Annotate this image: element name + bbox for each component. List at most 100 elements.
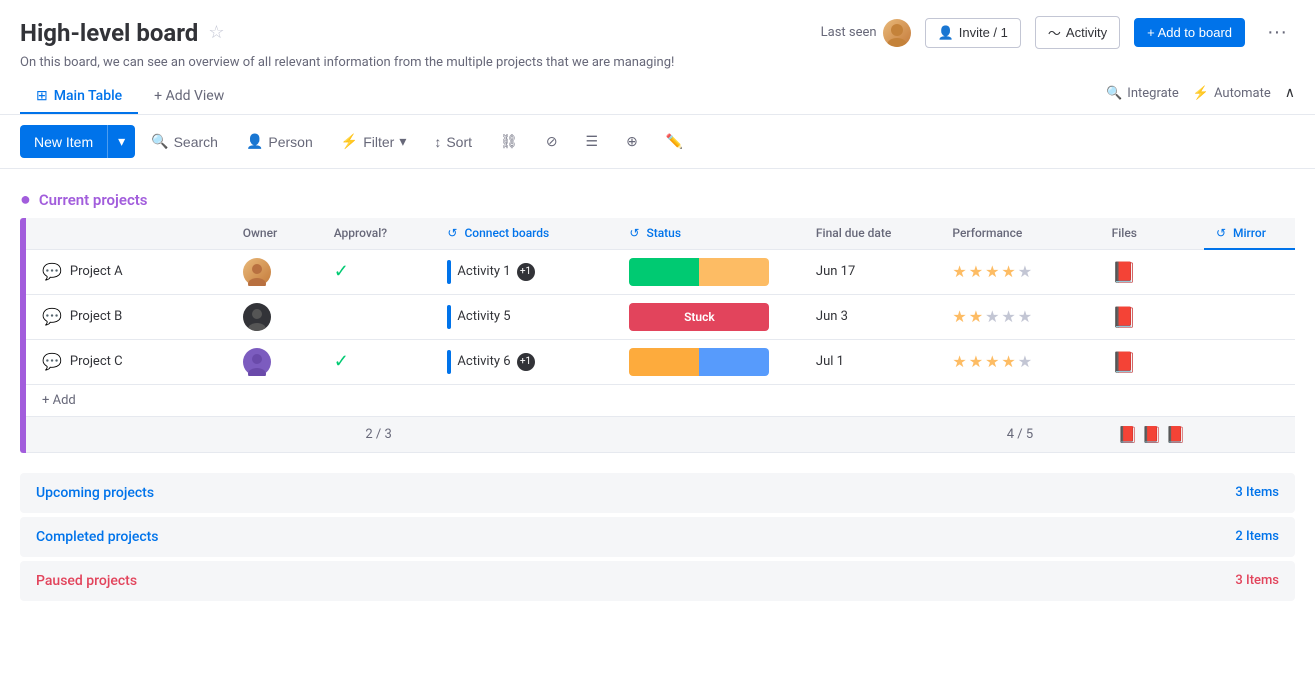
expand-icon: ⊕ <box>626 133 638 150</box>
due-date: Jul 1 <box>816 354 844 369</box>
activity-badge: +1 <box>517 353 535 371</box>
tab-main-table[interactable]: ⊞ Main Table <box>20 80 138 114</box>
activity-cell: Activity 6 +1 <box>447 350 605 374</box>
activity-label: Activity 1 <box>457 264 510 279</box>
comment-icon[interactable]: 💬 <box>42 307 62 326</box>
filter-icon: ⚡ <box>341 133 358 150</box>
col-connect-boards: ↺ Connect boards <box>435 218 617 249</box>
completed-count: 2 Items <box>1235 529 1279 544</box>
connect-sync-icon: ↺ <box>447 226 457 240</box>
filter-button[interactable]: ⚡ Filter ▾ <box>329 127 419 156</box>
star-3: ★ <box>985 307 999 326</box>
status-stuck: Stuck <box>629 303 769 331</box>
new-item-button[interactable]: New Item ▾ <box>20 125 135 158</box>
last-seen: Last seen <box>821 19 911 47</box>
link-icon-button[interactable]: ⛓ <box>488 127 530 156</box>
integrate-icon: 🔍 <box>1106 86 1122 101</box>
owner-avatar <box>243 258 271 286</box>
completed-title: Completed projects <box>36 529 159 545</box>
section-toggle[interactable]: ● <box>20 189 31 210</box>
sort-icon: ↕ <box>434 134 441 150</box>
paused-projects-section[interactable]: Paused projects 3 Items <box>20 561 1295 601</box>
activity-bar <box>447 350 451 374</box>
add-to-board-button[interactable]: + Add to board <box>1134 18 1245 47</box>
table-row: 💬 Project B <box>26 294 1295 339</box>
board-subtitle: On this board, we can see an overview of… <box>20 55 1295 70</box>
star-3: ★ <box>985 262 999 281</box>
star-1: ★ <box>952 307 966 326</box>
edit-icon-button[interactable]: ✏️ <box>654 127 695 156</box>
activity-label: Activity 6 <box>457 354 510 369</box>
invite-button[interactable]: 👤 Invite / 1 <box>925 18 1021 48</box>
collapse-icon[interactable]: ∧ <box>1285 85 1295 101</box>
completed-projects-section[interactable]: Completed projects 2 Items <box>20 517 1295 557</box>
view-tabs: ⊞ Main Table + Add View <box>20 80 240 114</box>
performance-stars: ★ ★ ★ ★ ★ <box>952 307 1087 326</box>
automate-icon: ⚡ <box>1193 86 1209 101</box>
projects-table: Owner Approval? ↺ Connect boards ↺ <box>26 218 1295 453</box>
status-yellow <box>699 258 769 286</box>
upcoming-projects-section[interactable]: Upcoming projects 3 Items <box>20 473 1295 513</box>
star-3: ★ <box>985 352 999 371</box>
add-row[interactable]: + Add <box>26 384 1295 416</box>
search-button[interactable]: 🔍 Search <box>139 127 230 156</box>
star-4: ★ <box>1001 352 1015 371</box>
header-actions: Last seen 👤 Invite / 1 〜 Activity + Add … <box>821 16 1295 49</box>
activity-button[interactable]: 〜 Activity <box>1035 16 1120 49</box>
owner-avatar <box>243 303 271 331</box>
main-content: ● Current projects Owner Approval? <box>0 169 1315 625</box>
star-1: ★ <box>952 352 966 371</box>
table-icon: ⊞ <box>36 88 48 104</box>
col-approval: Approval? <box>322 218 436 249</box>
favorite-icon[interactable]: ☆ <box>208 22 224 43</box>
activity-badge: +1 <box>517 263 535 281</box>
paused-title: Paused projects <box>36 573 137 589</box>
comment-icon[interactable]: 💬 <box>42 352 62 371</box>
due-date: Jun 17 <box>816 264 855 279</box>
row-height-button[interactable]: ☰ <box>574 127 611 156</box>
row-height-icon: ☰ <box>586 133 599 150</box>
header-tab-right: 🔍 Integrate ⚡ Automate ∧ <box>1106 85 1295 109</box>
col-status: ↺ Status <box>617 218 804 249</box>
person-icon: 👤 <box>938 25 954 41</box>
integrate-button[interactable]: 🔍 Integrate <box>1106 86 1179 101</box>
toolbar: New Item ▾ 🔍 Search 👤 Person ⚡ Filter ▾ … <box>0 115 1315 169</box>
file-pdf[interactable]: 📕 <box>1112 305 1137 329</box>
collapsed-sections: Upcoming projects 3 Items Completed proj… <box>20 473 1295 601</box>
hide-icon-button[interactable]: ⊘ <box>534 127 570 156</box>
activity-bar <box>447 305 451 329</box>
summary-pdf-1[interactable]: 📕 <box>1118 425 1138 444</box>
comment-icon[interactable]: 💬 <box>42 262 62 281</box>
activity-bar <box>447 260 451 284</box>
project-name: Project A <box>70 264 123 279</box>
sort-button[interactable]: ↕ Sort <box>422 128 484 156</box>
status-bar <box>629 348 769 376</box>
col-name <box>26 218 231 249</box>
search-icon: 🔍 <box>151 133 168 150</box>
upcoming-title: Upcoming projects <box>36 485 154 501</box>
approval-check: ✓ <box>334 351 349 372</box>
star-4: ★ <box>1001 262 1015 281</box>
status-blue <box>699 348 769 376</box>
summary-pdf-3[interactable]: 📕 <box>1166 425 1186 444</box>
file-pdf[interactable]: 📕 <box>1112 350 1137 374</box>
automate-button[interactable]: ⚡ Automate <box>1193 86 1271 101</box>
edit-icon: ✏️ <box>666 133 683 150</box>
star-2: ★ <box>969 262 983 281</box>
new-item-dropdown-arrow[interactable]: ▾ <box>107 125 135 158</box>
activity-icon: 〜 <box>1048 23 1061 42</box>
expand-icon-button[interactable]: ⊕ <box>614 127 650 156</box>
person-filter-button[interactable]: 👤 Person <box>234 127 325 156</box>
more-options-button[interactable]: ··· <box>1259 17 1295 48</box>
due-date: Jun 3 <box>816 309 848 324</box>
status-green <box>629 258 699 286</box>
paused-count: 3 Items <box>1235 573 1279 588</box>
current-projects-section: ● Current projects Owner Approval? <box>20 189 1295 453</box>
summary-pdf-2[interactable]: 📕 <box>1142 425 1162 444</box>
star-4: ★ <box>1001 307 1015 326</box>
star-2: ★ <box>969 307 983 326</box>
file-pdf[interactable]: 📕 <box>1112 260 1137 284</box>
owner-avatar <box>243 348 271 376</box>
new-item-label: New Item <box>20 126 107 158</box>
tab-add-view[interactable]: + Add View <box>138 80 240 114</box>
